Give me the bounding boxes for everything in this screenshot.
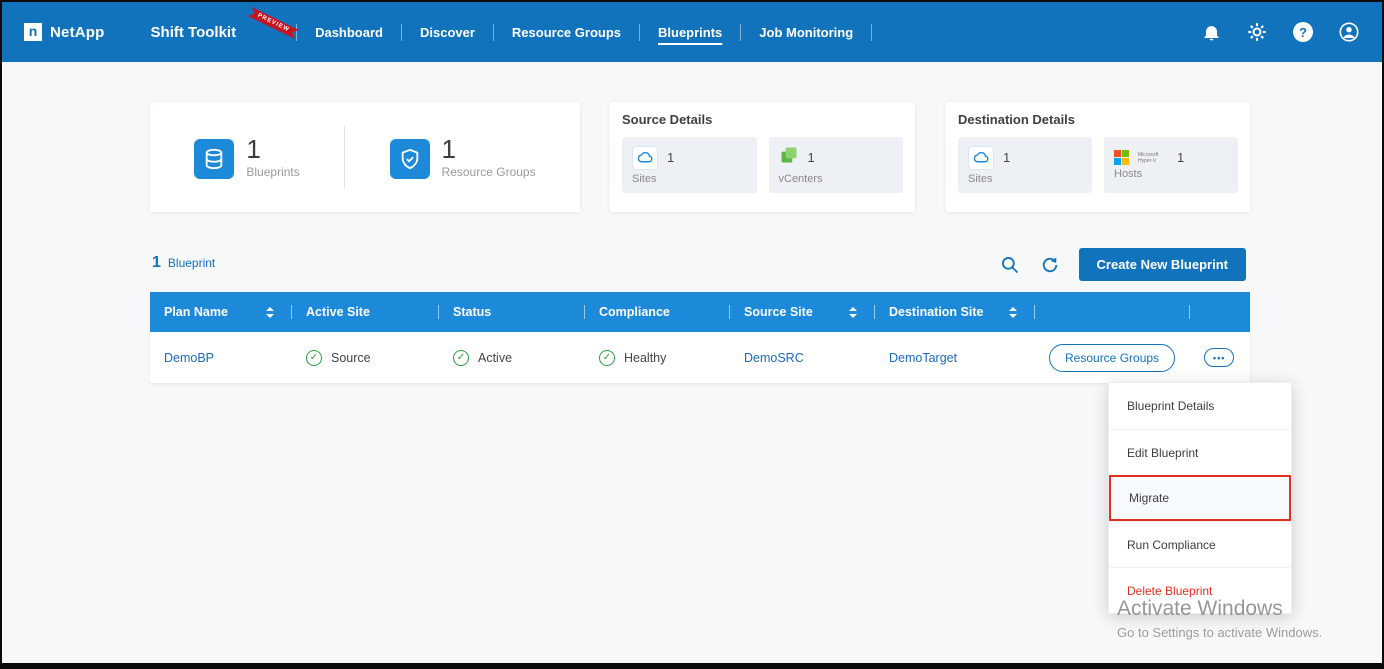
blueprint-count-label: Blueprint [168, 256, 215, 270]
source-site-link[interactable]: DemoSRC [744, 351, 804, 365]
resource-groups-count-label: Resource Groups [442, 165, 536, 179]
menu-item-edit-blueprint[interactable]: Edit Blueprint [1109, 429, 1291, 475]
watermark-line2: Go to Settings to activate Windows. [1117, 625, 1322, 640]
notification-bell-icon[interactable] [1200, 21, 1222, 43]
card-divider [344, 126, 345, 188]
source-vcenters-count: 1 [808, 150, 815, 165]
status-value: Active [478, 351, 512, 365]
destination-details-card: Destination Details 1 Sites Microsoft Hy… [946, 102, 1250, 212]
destination-hosts-count: 1 [1177, 150, 1184, 165]
row-context-menu: Blueprint Details Edit Blueprint Migrate… [1108, 382, 1292, 614]
blueprints-count: 1 [246, 135, 299, 164]
menu-item-delete-blueprint[interactable]: Delete Blueprint [1109, 567, 1291, 613]
sort-icon [849, 307, 861, 318]
source-details-card: Source Details 1 Sites [610, 102, 915, 212]
database-icon [194, 139, 234, 179]
help-icon[interactable] [1292, 21, 1314, 43]
app-title: Shift Toolkit PREVIEW [151, 24, 293, 41]
plan-name-link[interactable]: DemoBP [164, 351, 214, 365]
destination-site-link[interactable]: DemoTarget [889, 351, 957, 365]
column-header-active-site: Active Site [292, 292, 439, 332]
netapp-brand: NetApp [24, 23, 105, 41]
source-sites-label: Sites [632, 173, 747, 185]
main-nav: Dashboard Discover Resource Groups Bluep… [301, 2, 876, 62]
resource-groups-button[interactable]: Resource Groups [1049, 344, 1175, 372]
nav-item-discover[interactable]: Discover [406, 19, 489, 46]
destination-sites-label: Sites [968, 173, 1082, 185]
column-header-status: Status [439, 292, 585, 332]
source-sites-tile: 1 Sites [622, 137, 757, 193]
vcenter-icon [779, 145, 799, 170]
active-site-value: Source [331, 351, 371, 365]
menu-item-run-compliance[interactable]: Run Compliance [1109, 521, 1291, 567]
column-header-destination-site[interactable]: Destination Site [875, 292, 1035, 332]
source-vcenters-label: vCenters [779, 173, 894, 185]
nav-divider [493, 24, 494, 41]
destination-sites-count: 1 [1003, 150, 1010, 165]
table-header-row: Plan Name Active Site Status Compliance … [150, 292, 1250, 332]
column-header-compliance: Compliance [585, 292, 730, 332]
top-navigation-bar: NetApp Shift Toolkit PREVIEW Dashboard D… [2, 2, 1382, 62]
source-details-title: Source Details [622, 112, 903, 127]
cloud-icon [632, 146, 658, 170]
row-more-options-button[interactable] [1204, 348, 1234, 367]
sort-icon [266, 307, 278, 318]
search-icon[interactable] [999, 254, 1021, 276]
source-sites-count: 1 [667, 150, 674, 165]
blueprints-count-label: Blueprints [246, 165, 299, 179]
table-toolbar: Create New Blueprint [999, 248, 1246, 281]
refresh-icon[interactable] [1039, 254, 1061, 276]
app-window: NetApp Shift Toolkit PREVIEW Dashboard D… [0, 0, 1384, 669]
nav-item-dashboard[interactable]: Dashboard [301, 19, 397, 46]
account-icon[interactable] [1338, 21, 1360, 43]
help-question-glyph [1293, 22, 1313, 42]
hyperv-icon-caption: Microsoft Hyper-V [1138, 152, 1168, 164]
shield-check-icon [390, 139, 430, 179]
topbar-icon-group [1200, 21, 1360, 43]
column-header-menu [1190, 292, 1250, 332]
stat-resource-groups: 1 Resource Groups [390, 135, 536, 180]
menu-item-blueprint-details[interactable]: Blueprint Details [1109, 383, 1291, 429]
nav-divider [871, 24, 872, 41]
compliance-value: Healthy [624, 351, 666, 365]
destination-details-title: Destination Details [958, 112, 1238, 127]
column-header-source-site[interactable]: Source Site [730, 292, 875, 332]
brand-name: NetApp [50, 24, 105, 41]
sort-icon [1009, 307, 1021, 318]
status-check-icon [306, 350, 322, 366]
destination-hosts-label: Hosts [1114, 168, 1228, 180]
blueprints-table: Plan Name Active Site Status Compliance … [150, 292, 1250, 384]
nav-item-blueprints[interactable]: Blueprints [644, 19, 736, 46]
netapp-logo-icon [24, 23, 42, 41]
create-new-blueprint-button[interactable]: Create New Blueprint [1079, 248, 1246, 281]
nav-divider [639, 24, 640, 41]
destination-sites-tile: 1 Sites [958, 137, 1092, 193]
nav-divider [740, 24, 741, 41]
nav-divider [296, 24, 297, 41]
source-tiles: 1 Sites 1 vCenters [622, 137, 903, 193]
cloud-icon [968, 146, 994, 170]
menu-item-migrate[interactable]: Migrate [1109, 475, 1291, 521]
blueprint-count-number: 1 [152, 254, 161, 272]
status-check-icon [453, 350, 469, 366]
hyperv-icon [1114, 150, 1129, 165]
destination-hosts-tile: Microsoft Hyper-V 1 Hosts [1104, 137, 1238, 193]
settings-gear-icon[interactable] [1246, 21, 1268, 43]
column-header-plan-name[interactable]: Plan Name [150, 292, 292, 332]
destination-tiles: 1 Sites Microsoft Hyper-V 1 Hosts [958, 137, 1238, 193]
status-check-icon [599, 350, 615, 366]
overview-stats-card: 1 Blueprints 1 Resource Groups [150, 102, 580, 212]
table-row: DemoBP Source Active Healthy DemoSRC Dem… [150, 332, 1250, 384]
preview-ribbon-badge: PREVIEW [247, 6, 299, 38]
app-title-label: Shift Toolkit [151, 24, 237, 41]
nav-item-resource-groups[interactable]: Resource Groups [498, 19, 635, 46]
blueprint-count: 1 Blueprint [152, 254, 215, 272]
nav-item-job-monitoring[interactable]: Job Monitoring [745, 19, 867, 46]
stat-blueprints: 1 Blueprints [194, 135, 299, 180]
nav-divider [401, 24, 402, 41]
column-header-actions [1035, 292, 1190, 332]
resource-groups-count: 1 [442, 135, 536, 164]
source-vcenters-tile: 1 vCenters [769, 137, 904, 193]
